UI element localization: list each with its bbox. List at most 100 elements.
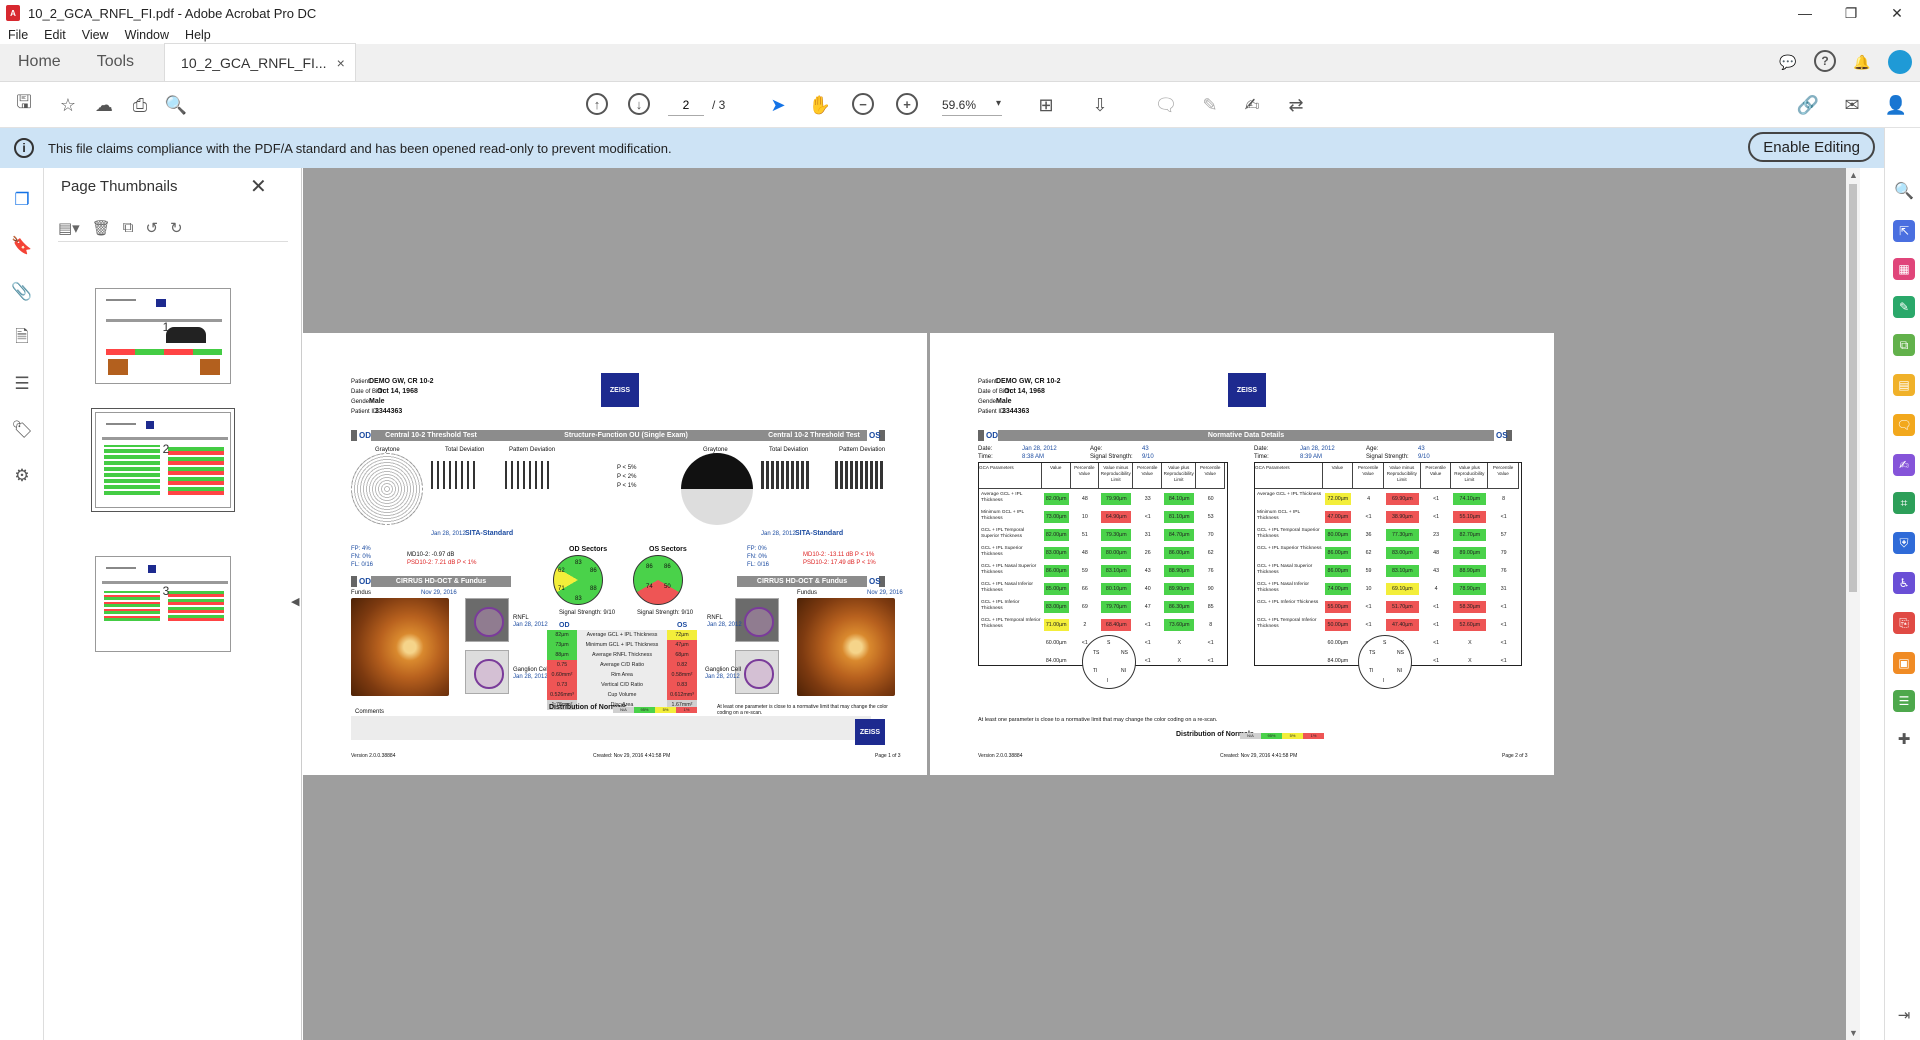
attachment-icon[interactable]: 📎 bbox=[10, 280, 34, 304]
help-icon[interactable]: ? bbox=[1814, 50, 1836, 72]
sector-dial-od: S TS NS TI NI I bbox=[1082, 635, 1136, 689]
thumbnail-options-icon[interactable]: ▤▾ bbox=[58, 219, 80, 237]
accessibility-icon[interactable]: ♿ bbox=[1893, 572, 1915, 594]
total-deviation-plot-od bbox=[431, 461, 477, 489]
layers-icon[interactable]: ☰ bbox=[10, 372, 34, 396]
menu-edit[interactable]: Edit bbox=[36, 26, 74, 44]
zoom-tool-icon[interactable]: 🔍 bbox=[1893, 180, 1915, 202]
document-viewport[interactable]: Patient: DEMO GW, CR 10-2 Date of Birth:… bbox=[303, 168, 1846, 1040]
zeiss-logo-bottom: ZEISS bbox=[855, 719, 885, 745]
summary-od-value: 73µm bbox=[547, 640, 577, 650]
hand-icon[interactable]: ✋ bbox=[808, 93, 832, 117]
close-window-button[interactable]: ✕ bbox=[1874, 0, 1920, 26]
gc-label-os: Ganglion Cell bbox=[705, 667, 742, 673]
add-person-icon[interactable]: 👤 bbox=[1884, 93, 1908, 117]
edit-pdf-icon[interactable]: ✎ bbox=[1893, 296, 1915, 318]
fill-sign-icon[interactable]: ✍ bbox=[1893, 454, 1915, 476]
collapse-pane-icon[interactable]: ◀ bbox=[291, 595, 299, 608]
vertical-scrollbar[interactable]: ▲ ▼ bbox=[1846, 168, 1860, 1040]
bell-icon[interactable]: 🔔 bbox=[1850, 50, 1874, 74]
enable-editing-button[interactable]: Enable Editing bbox=[1748, 132, 1875, 162]
thumbnail-page-2[interactable] bbox=[91, 408, 235, 512]
account-avatar-icon[interactable] bbox=[1888, 50, 1912, 74]
thumbnail-page-1[interactable] bbox=[95, 288, 231, 384]
comment-bubble-icon[interactable]: 💬 bbox=[1776, 50, 1800, 74]
next-page-icon[interactable]: ↓ bbox=[628, 93, 650, 115]
scroll-mode-icon[interactable]: ⇩ bbox=[1088, 93, 1112, 117]
link-icon[interactable]: 🔗 bbox=[1796, 93, 1820, 117]
sign-icon[interactable]: ✍ bbox=[1240, 93, 1264, 117]
menu-help[interactable]: Help bbox=[177, 26, 219, 44]
zoom-dropdown-icon[interactable]: ▾ bbox=[996, 98, 1001, 109]
table-value-cell: 72.00µm bbox=[1324, 493, 1352, 505]
document-properties-icon[interactable]: 🗎 bbox=[10, 326, 34, 350]
table-value-cell: 48 bbox=[1081, 550, 1088, 556]
summary-os-value: 0.82 bbox=[667, 660, 697, 670]
scan-ocr-icon[interactable]: ⌗ bbox=[1893, 492, 1915, 514]
find-icon[interactable]: 🔍 bbox=[164, 93, 188, 117]
rich-media-icon[interactable]: ▣ bbox=[1893, 652, 1915, 674]
sector-dial-label: S bbox=[1107, 640, 1111, 646]
scroll-down-icon[interactable]: ▼ bbox=[1849, 1028, 1858, 1038]
tab-document[interactable]: 10_2_GCA_RNFL_FI... × bbox=[164, 43, 356, 81]
rotate-right-icon[interactable]: ↻ bbox=[170, 219, 183, 237]
previous-page-icon[interactable]: ↑ bbox=[586, 93, 608, 115]
acrobat-export-icon[interactable]: ⎘ bbox=[1893, 612, 1915, 634]
summary-od-value: 0.75 bbox=[547, 660, 577, 670]
tab-home[interactable]: Home bbox=[0, 43, 79, 81]
thumbnail-page-2-number: 2 bbox=[162, 442, 170, 456]
save-icon[interactable]: 🖫 bbox=[12, 92, 36, 117]
tag-icon[interactable]: 🏷 bbox=[10, 418, 34, 442]
page-thumbnails-icon[interactable]: ❐ bbox=[10, 188, 34, 212]
comment-icon[interactable]: 🗨 bbox=[1154, 93, 1178, 117]
table-value-cell: 85.00µm bbox=[1043, 583, 1069, 595]
cloud-upload-icon[interactable]: ☁ bbox=[92, 93, 116, 117]
rnfl-date-od: Jan 28, 2012 bbox=[513, 622, 548, 628]
highlight-pen-icon[interactable]: ✎ bbox=[1198, 93, 1222, 117]
menu-window[interactable]: Window bbox=[117, 26, 177, 44]
create-pdf-icon[interactable]: ▦ bbox=[1893, 258, 1915, 280]
zoom-out-icon[interactable]: − bbox=[852, 93, 874, 115]
organize-pages-icon[interactable]: ▤ bbox=[1893, 374, 1915, 396]
share-icon[interactable]: ⇄ bbox=[1284, 93, 1308, 117]
collapse-right-pane-icon[interactable]: ⇥ bbox=[1893, 1004, 1915, 1026]
table-header-cell: Percentile Value bbox=[1070, 463, 1100, 489]
menu-view[interactable]: View bbox=[74, 26, 117, 44]
more-tools-icon[interactable]: ✚ bbox=[1893, 728, 1915, 750]
tab-tools[interactable]: Tools bbox=[79, 43, 152, 81]
gca-parameter-label: Average GCL + IPL Thickness bbox=[981, 492, 1023, 503]
scroll-up-icon[interactable]: ▲ bbox=[1849, 170, 1858, 180]
star-icon[interactable]: ☆ bbox=[56, 93, 80, 117]
page-number-input[interactable] bbox=[668, 94, 704, 116]
table-os-header: OS bbox=[677, 622, 688, 629]
scrollbar-thumb[interactable] bbox=[1849, 184, 1857, 592]
protect-icon[interactable]: ⛨ bbox=[1893, 532, 1915, 554]
summary-od-value: 82µm bbox=[547, 630, 577, 640]
page-fit-icon[interactable]: ⊞ bbox=[1034, 93, 1058, 117]
summary-parameter-label: Minimum GCL + IPL Thickness bbox=[577, 640, 667, 650]
comment-tool-icon[interactable]: 🗨 bbox=[1893, 414, 1915, 436]
export-pdf-icon[interactable]: ⇱ bbox=[1893, 220, 1915, 242]
table-value-cell: 47.00µm bbox=[1324, 511, 1352, 523]
bookmark-icon[interactable]: 🔖 bbox=[10, 234, 34, 258]
email-icon[interactable]: ✉ bbox=[1840, 93, 1864, 117]
combine-files-icon[interactable]: ⧉ bbox=[1893, 334, 1915, 356]
zoom-in-icon[interactable]: + bbox=[896, 93, 918, 115]
tab-close-icon[interactable]: × bbox=[337, 44, 345, 82]
table-value-cell: 88.90µm bbox=[1164, 565, 1195, 577]
rotate-left-icon[interactable]: ↺ bbox=[145, 219, 158, 237]
thumbnail-page-3[interactable] bbox=[95, 556, 231, 652]
accessibility-order-icon[interactable]: ⚙ bbox=[10, 464, 34, 488]
minimize-button[interactable]: — bbox=[1782, 0, 1828, 26]
graytone-field-od bbox=[351, 453, 423, 525]
pane-close-icon[interactable]: ✕ bbox=[250, 174, 267, 199]
table-header-cell: Value minus Reproducibility Limit bbox=[1099, 463, 1134, 489]
print-icon[interactable]: ⎙ bbox=[128, 93, 152, 117]
extract-page-icon[interactable]: ⧉ bbox=[123, 219, 134, 236]
delete-page-icon[interactable]: 🗑 bbox=[92, 219, 111, 237]
select-cursor-icon[interactable]: ➤ bbox=[766, 93, 790, 117]
action-wizard-icon[interactable]: ☰ bbox=[1893, 690, 1915, 712]
menu-file[interactable]: File bbox=[0, 26, 36, 44]
maximize-button[interactable]: ❐ bbox=[1828, 0, 1874, 26]
zoom-level[interactable]: 59.6% bbox=[942, 98, 1002, 116]
